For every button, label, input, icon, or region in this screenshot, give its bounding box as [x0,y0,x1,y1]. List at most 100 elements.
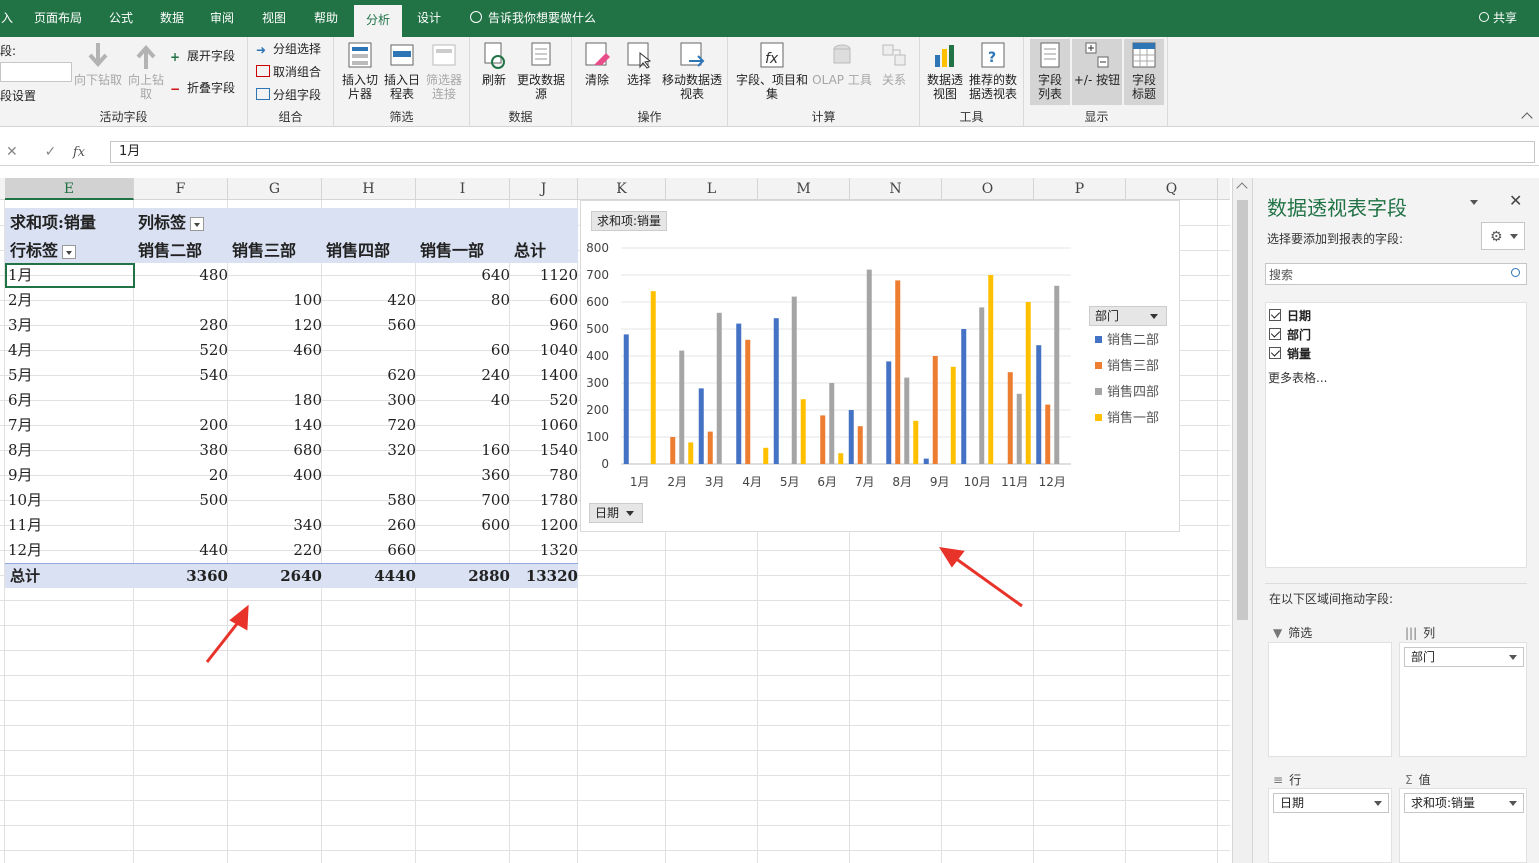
group-selection-button[interactable]: ➜ 分组选择 [256,40,321,58]
tab-page-layout[interactable]: 页面布局 [24,0,92,37]
chart-bar[interactable] [773,318,779,464]
pivot-row-label[interactable]: 9月 [8,463,33,488]
relationships-button[interactable]: 关系 [874,41,914,87]
pivot-cell[interactable]: 1540 [510,438,578,463]
clear-button[interactable]: 清除 [578,41,616,87]
pivot-cell[interactable] [228,488,322,513]
share-button[interactable]: 共享 [1478,0,1517,37]
column-header[interactable]: K [578,178,666,200]
pane-options-dropdown-icon[interactable] [1470,200,1478,205]
pivot-cell[interactable]: 520 [134,338,228,363]
chart-bar[interactable] [707,431,713,464]
column-header[interactable]: L [666,178,758,200]
scroll-thumb[interactable] [1237,200,1248,620]
tab-analyze[interactable]: 分析 [354,5,402,37]
pivot-cell[interactable]: 640 [416,263,510,288]
legend-item[interactable]: 销售一部 [1095,407,1159,426]
expand-field-button[interactable]: + 展开字段 [170,47,235,65]
pivot-row-label[interactable]: 10月 [8,488,42,513]
pivot-row-label[interactable]: 3月 [8,313,33,338]
pivot-cell[interactable]: 340 [228,513,322,538]
chart-bar[interactable] [688,442,694,464]
chart-bar[interactable] [829,383,835,464]
tab-design[interactable]: 设计 [408,0,450,37]
pivot-cell[interactable]: 300 [322,388,416,413]
group-field-button[interactable]: 分组字段 [256,86,321,104]
values-area-drop[interactable]: 求和项:销量 [1399,788,1527,863]
insert-timeline-button[interactable]: 插入日程表 [382,41,422,101]
rows-field-pill[interactable]: 日期 [1273,793,1389,813]
column-header[interactable]: H [322,178,416,200]
chart-bar[interactable] [857,426,863,464]
chart-bar[interactable] [623,334,629,464]
checkbox-checked-icon[interactable] [1269,309,1281,321]
row-filter-dropdown-icon[interactable] [62,244,77,259]
chart-bar[interactable] [1045,404,1051,464]
pivot-row-label[interactable]: 2月 [8,288,33,313]
field-headers-toggle[interactable]: 字段标题 [1124,39,1164,105]
column-header[interactable]: N [850,178,942,200]
pivot-cell[interactable]: 520 [510,388,578,413]
chart-bar[interactable] [932,356,938,464]
field-checkbox-item[interactable]: 销量 [1269,345,1311,362]
more-tables-link[interactable]: 更多表格... [1268,369,1327,386]
tab-insert-partial[interactable]: 入 [0,0,14,37]
tab-help[interactable]: 帮助 [304,0,348,37]
pivot-cell[interactable]: 120 [228,313,322,338]
chart-bar[interactable] [895,280,901,464]
grand-total-cell[interactable]: 2880 [416,564,510,589]
pivot-row-label[interactable]: 4月 [8,338,33,363]
pivot-cell[interactable]: 960 [510,313,578,338]
pivot-row-label[interactable]: 11月 [8,513,42,538]
legend-item[interactable]: 销售四部 [1095,381,1159,400]
column-header[interactable]: Q [1126,178,1218,200]
pivot-chart-button[interactable]: 数据透视图 [926,41,964,101]
pivot-cell[interactable] [134,513,228,538]
legend-item[interactable]: 销售三部 [1095,355,1159,374]
scroll-up-icon[interactable] [1236,182,1248,194]
columns-field-pill[interactable]: 部门 [1404,647,1524,667]
chart-bar[interactable] [950,366,956,464]
pivot-cell[interactable]: 1400 [510,363,578,388]
pivot-column-labels[interactable]: 列标签 [138,210,205,235]
plus-minus-buttons-toggle[interactable]: +/- 按钮 [1072,39,1122,105]
pivot-cell[interactable]: 200 [134,413,228,438]
checkbox-checked-icon[interactable] [1269,347,1281,359]
column-header[interactable]: E [5,178,134,200]
pivot-row-label[interactable]: 7月 [8,413,33,438]
field-search-input[interactable]: 搜索 [1265,263,1527,285]
pivot-cell[interactable]: 680 [228,438,322,463]
pivot-cell[interactable]: 600 [416,513,510,538]
pivot-cell[interactable]: 60 [416,338,510,363]
pivot-cell[interactable]: 580 [322,488,416,513]
pivot-cell[interactable]: 280 [134,313,228,338]
chart-bar[interactable] [716,312,722,464]
pivot-cell[interactable]: 720 [322,413,416,438]
change-source-button[interactable]: 更改数据源 [516,41,566,101]
chart-bar[interactable] [763,447,769,464]
pivot-cell[interactable]: 140 [228,413,322,438]
chart-bar[interactable] [1025,302,1031,464]
chart-bar[interactable] [988,275,994,464]
legend-field-button[interactable]: 部门 [1089,306,1167,326]
pivot-cell[interactable]: 420 [322,288,416,313]
pivot-cell[interactable]: 240 [416,363,510,388]
pivot-cell[interactable]: 360 [416,463,510,488]
field-checkbox-item[interactable]: 部门 [1269,326,1311,343]
chart-bar[interactable] [745,339,751,464]
pivot-cell[interactable]: 600 [510,288,578,313]
pivot-cell[interactable] [322,463,416,488]
column-header[interactable]: O [942,178,1034,200]
pivot-cell[interactable]: 320 [322,438,416,463]
tab-review[interactable]: 审阅 [200,0,244,37]
field-settings-button[interactable]: 段设置 [0,87,36,105]
values-field-pill[interactable]: 求和项:销量 [1404,793,1524,813]
chart-bar[interactable] [848,410,854,464]
pivot-cell[interactable]: 460 [228,338,322,363]
chart-bar[interactable] [904,377,910,464]
column-filter-dropdown-icon[interactable] [190,216,205,231]
pivot-cell[interactable]: 1780 [510,488,578,513]
pivot-chart[interactable]: 求和项:销量 0 100 200 300 400 500 600 700 800 1月 2月 3月 4月… [580,200,1180,532]
columns-area-drop[interactable]: 部门 [1399,642,1527,757]
pivot-cell[interactable]: 180 [228,388,322,413]
